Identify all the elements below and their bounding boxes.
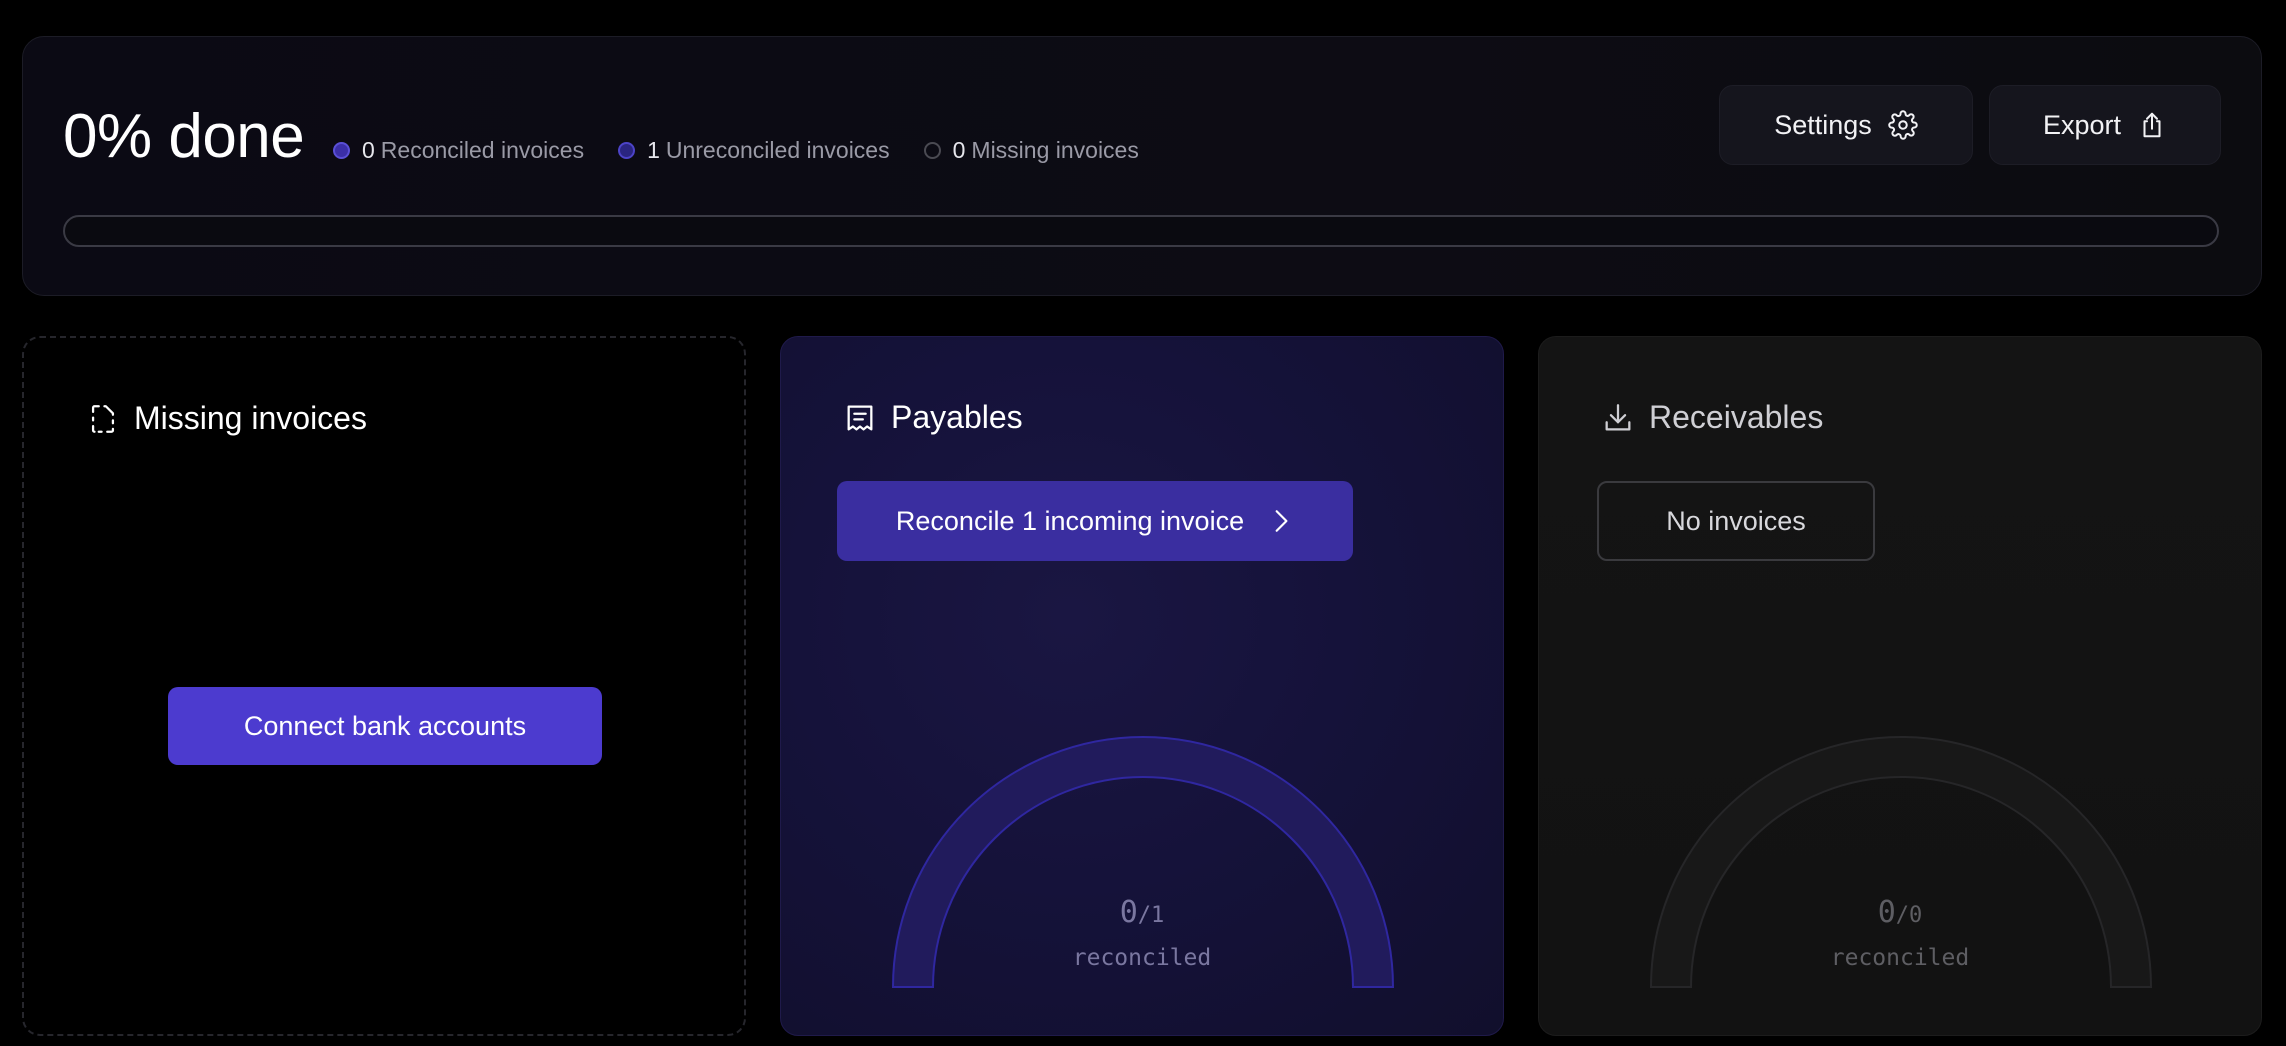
stat-label: Reconciled invoices [380, 137, 585, 163]
stat-unreconciled: 1 Unreconciled invoices [618, 137, 890, 164]
download-icon [1605, 403, 1631, 430]
reconciled-count: 0 [1877, 895, 1896, 930]
payables-card: Payables Reconcile 1 incoming invoice 0/… [780, 336, 1504, 1036]
card-title: Payables [891, 399, 1023, 435]
settings-label: Settings [1774, 109, 1872, 140]
share-upload-icon [2143, 112, 2161, 138]
card-header: Missing invoices [86, 400, 367, 437]
card-header: Payables [843, 399, 1023, 436]
reconcile-invoice-button[interactable]: Reconcile 1 incoming invoice [837, 481, 1353, 561]
receipt-icon [847, 405, 873, 430]
reconciled-dot-icon [333, 142, 350, 159]
chevron-right-icon [1275, 510, 1288, 532]
stat-reconciled: 0 Reconciled invoices [333, 137, 584, 164]
reconciliation-dashboard: 0% done 0 Reconciled invoices 1 Unreconc… [0, 0, 2286, 1046]
no-invoices-badge: No invoices [1597, 481, 1875, 561]
stat-count: 1 [647, 137, 660, 163]
stat-count: 0 [952, 137, 966, 163]
gear-icon [1888, 110, 1918, 140]
stat-label: Unreconciled invoices [665, 137, 890, 163]
card-header: Receivables [1601, 399, 1823, 436]
receivables-card: Receivables No invoices 0/0 reconciled [1538, 336, 2262, 1036]
stat-label: Missing invoices [971, 137, 1139, 163]
stat-count: 0 [362, 137, 375, 163]
export-button[interactable]: Export [1989, 85, 2221, 165]
gauge-caption: reconciled [1830, 945, 1970, 971]
unreconciled-dot-icon [618, 142, 636, 159]
reconciled-count: 0 [1119, 895, 1138, 930]
page-title: 0% done [63, 102, 305, 171]
gauge-caption: reconciled [1072, 945, 1212, 971]
missing-invoices-card: Missing invoices Connect bank accounts [22, 336, 746, 1036]
export-label: Export [2042, 109, 2122, 140]
card-title: Receivables [1649, 399, 1824, 435]
total-count: /1 [1137, 903, 1165, 928]
total-count: /0 [1895, 903, 1923, 928]
missing-file-icon [91, 404, 115, 433]
stat-missing: 0 Missing invoices [923, 137, 1139, 164]
card-title: Missing invoices [134, 400, 367, 436]
missing-dot-icon [923, 142, 941, 159]
settings-button[interactable]: Settings [1719, 85, 1973, 165]
progress-bar [63, 215, 2219, 247]
connect-bank-accounts-button[interactable]: Connect bank accounts [168, 687, 602, 765]
gauge-count: 0/0 [1539, 895, 2261, 930]
gauge-count: 0/1 [781, 895, 1503, 930]
invoice-stats: 0 Reconciled invoices 1 Unreconciled inv… [333, 137, 1139, 164]
summary-card: 0% done 0 Reconciled invoices 1 Unreconc… [22, 36, 2262, 296]
reconcile-label: Reconcile 1 incoming invoice [895, 505, 1245, 536]
